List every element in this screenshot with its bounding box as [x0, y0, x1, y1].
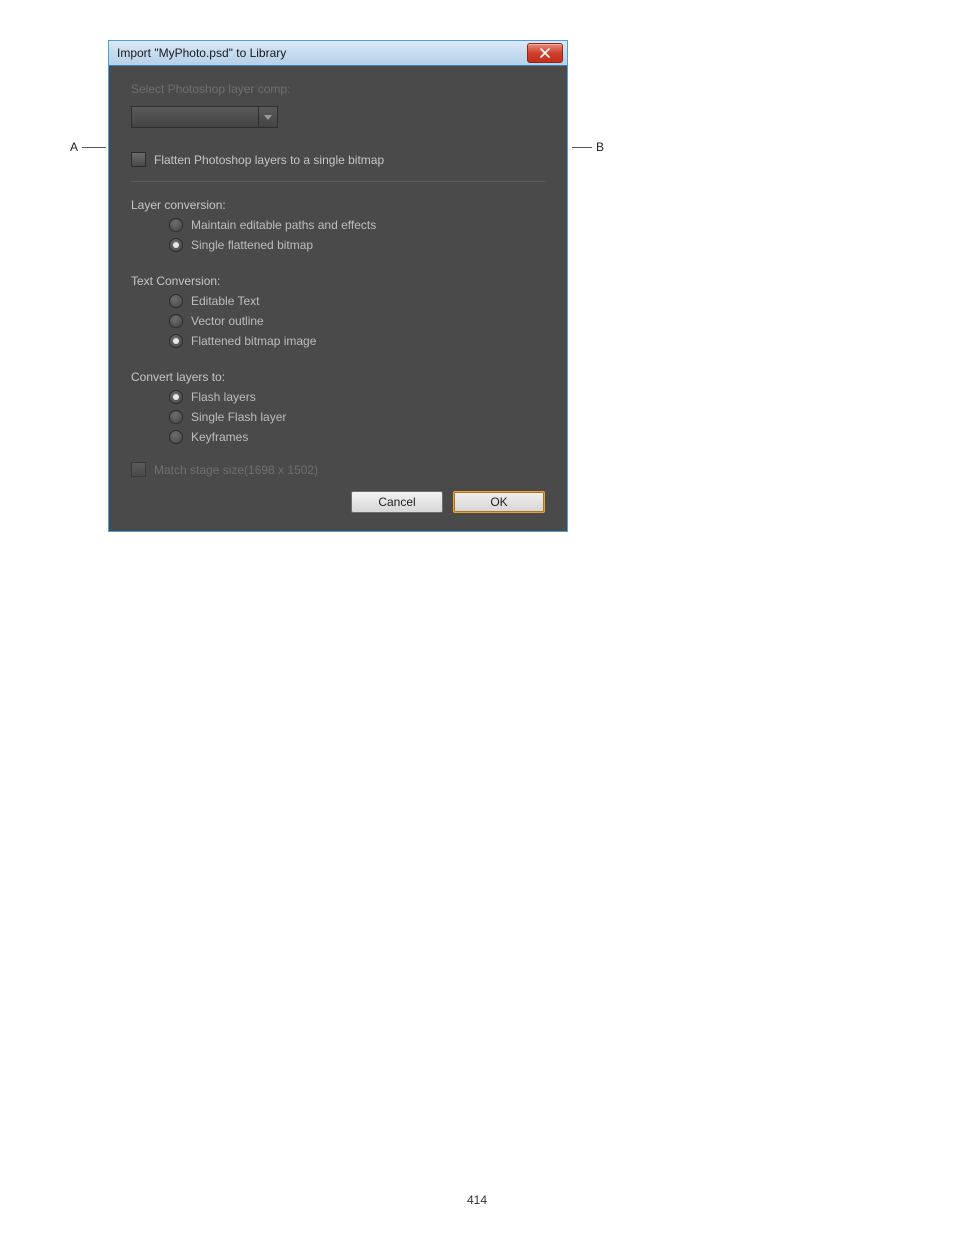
match-stage-label: Match stage size(1698 x 1502): [154, 463, 318, 477]
radio-keyframes[interactable]: [169, 430, 183, 444]
radio-flash-layers[interactable]: [169, 390, 183, 404]
dialog-footer: Cancel OK: [131, 477, 545, 513]
text-conversion-label: Text Conversion:: [131, 274, 545, 288]
convert-layers-option-2[interactable]: Keyframes: [169, 430, 545, 444]
close-icon: [539, 48, 551, 58]
cancel-button[interactable]: Cancel: [351, 491, 443, 513]
flatten-row[interactable]: Flatten Photoshop layers to a single bit…: [131, 152, 545, 167]
text-conversion-option-1-label: Vector outline: [191, 314, 264, 328]
ok-button[interactable]: OK: [453, 491, 545, 513]
text-conversion-option-2[interactable]: Flattened bitmap image: [169, 334, 545, 348]
text-conversion-option-0-label: Editable Text: [191, 294, 260, 308]
callout-a-line: [82, 147, 106, 148]
top-section: Select Photoshop layer comp: Flatten Pho…: [131, 82, 545, 182]
flatten-checkbox[interactable]: [131, 152, 146, 167]
dialog-title: Import "MyPhoto.psd" to Library: [117, 46, 527, 60]
convert-layers-option-0[interactable]: Flash layers: [169, 390, 545, 404]
convert-layers-option-0-label: Flash layers: [191, 390, 256, 404]
chevron-down-icon: [259, 107, 277, 127]
select-layer-comp-label: Select Photoshop layer comp:: [131, 82, 545, 96]
layer-comp-value: [132, 107, 259, 127]
layer-conversion-option-0-label: Maintain editable paths and effects: [191, 218, 376, 232]
document-page: A B Import "MyPhoto.psd" to Library Sele…: [0, 0, 954, 1235]
radio-single-flattened[interactable]: [169, 238, 183, 252]
layer-conversion-option-0[interactable]: Maintain editable paths and effects: [169, 218, 545, 232]
layer-conversion-label: Layer conversion:: [131, 198, 545, 212]
radio-editable-text[interactable]: [169, 294, 183, 308]
page-number: 414: [0, 1193, 954, 1207]
radio-single-flash-layer[interactable]: [169, 410, 183, 424]
import-dialog: Import "MyPhoto.psd" to Library Select P…: [108, 40, 568, 532]
layer-comp-combobox[interactable]: [131, 106, 278, 128]
convert-layers-option-1[interactable]: Single Flash layer: [169, 410, 545, 424]
convert-layers-label: Convert layers to:: [131, 370, 545, 384]
text-conversion-option-1[interactable]: Vector outline: [169, 314, 545, 328]
text-conversion-option-2-label: Flattened bitmap image: [191, 334, 316, 348]
text-conversion-option-0[interactable]: Editable Text: [169, 294, 545, 308]
match-stage-row: Match stage size(1698 x 1502): [131, 462, 545, 477]
radio-maintain-paths[interactable]: [169, 218, 183, 232]
layer-conversion-option-1-label: Single flattened bitmap: [191, 238, 313, 252]
flatten-label: Flatten Photoshop layers to a single bit…: [154, 153, 384, 167]
dialog-titlebar[interactable]: Import "MyPhoto.psd" to Library: [109, 41, 567, 66]
cancel-button-label: Cancel: [378, 495, 415, 509]
convert-layers-option-2-label: Keyframes: [191, 430, 248, 444]
close-button[interactable]: [527, 43, 563, 63]
callout-a: A: [70, 140, 108, 154]
callout-b-line: [572, 147, 592, 148]
radio-vector-outline[interactable]: [169, 314, 183, 328]
callout-a-label: A: [70, 140, 78, 154]
callout-b: B: [570, 140, 604, 154]
callout-b-label: B: [596, 140, 604, 154]
radio-flattened-bitmap-image[interactable]: [169, 334, 183, 348]
match-stage-checkbox: [131, 462, 146, 477]
convert-layers-option-1-label: Single Flash layer: [191, 410, 286, 424]
layer-conversion-option-1[interactable]: Single flattened bitmap: [169, 238, 545, 252]
ok-button-label: OK: [490, 495, 507, 509]
dialog-body: Select Photoshop layer comp: Flatten Pho…: [109, 66, 567, 531]
